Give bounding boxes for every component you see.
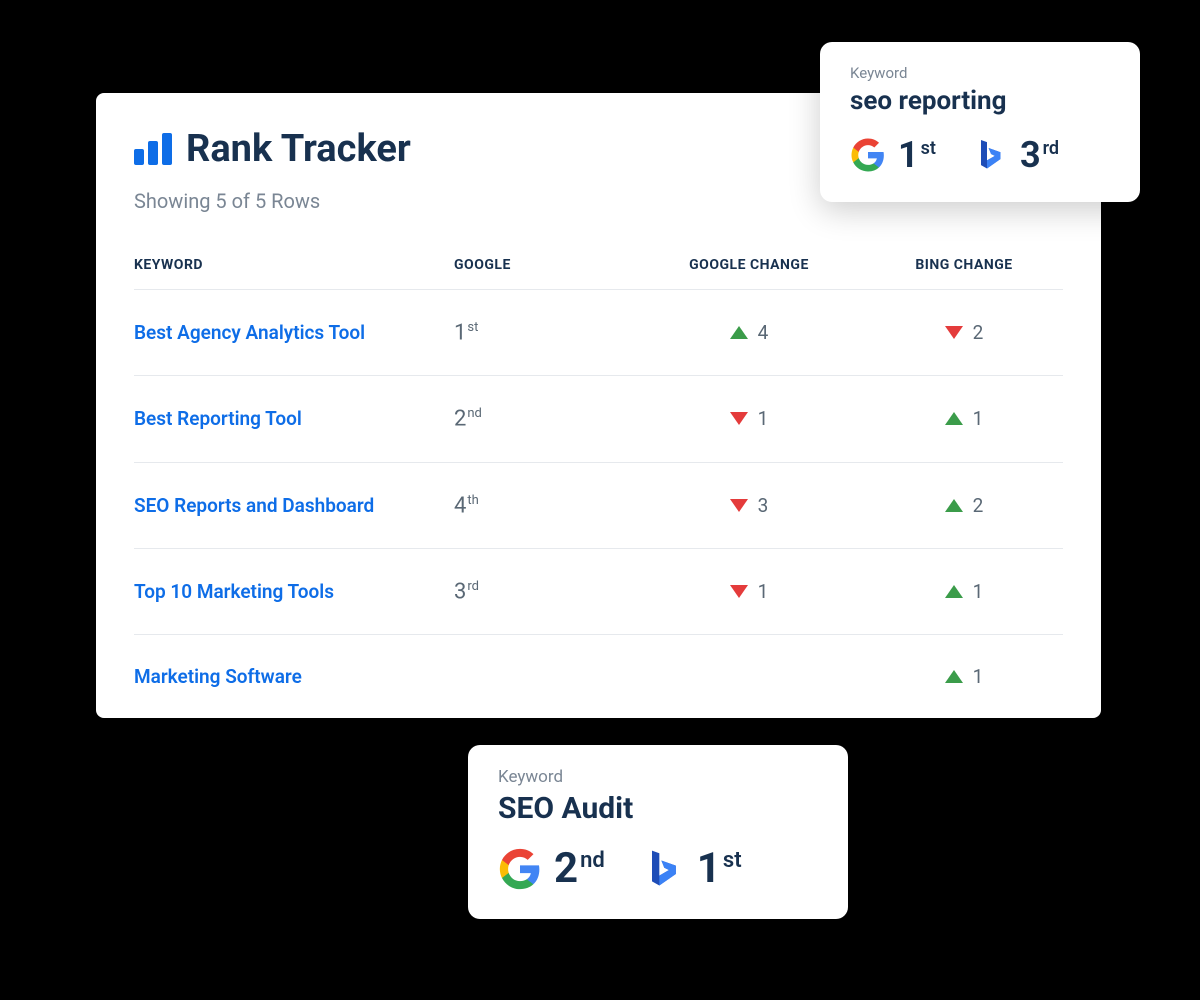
keyword-link[interactable]: Marketing Software (134, 665, 454, 688)
google-change-cell: 3 (634, 494, 864, 517)
bars-icon (134, 133, 172, 165)
bing-rank: 3rd (1020, 134, 1059, 176)
change-value: 1 (973, 407, 984, 430)
change-value: 1 (973, 580, 984, 603)
bing-rank-group: 1st (641, 844, 742, 893)
bing-change-cell: 2 (864, 494, 1064, 517)
popup-keyword: seo reporting (850, 86, 1110, 116)
col-google-change: GOOGLE CHANGE (634, 257, 864, 273)
popup-ranks: 2nd 1st (498, 844, 818, 893)
change-value: 2 (973, 321, 984, 344)
change-value: 1 (758, 407, 769, 430)
popup-label: Keyword (850, 64, 1110, 82)
triangle-up-icon (945, 585, 963, 598)
table-body: Best Agency Analytics Tool1st 4 2 Best Repo… (134, 289, 1063, 718)
col-keyword: KEYWORD (134, 257, 454, 273)
bing-icon (972, 137, 1008, 173)
google-rank-cell: 3rd (454, 579, 634, 604)
col-bing-change: BING CHANGE (864, 257, 1064, 273)
change-value: 4 (758, 321, 769, 344)
bing-change-cell: 1 (864, 665, 1064, 688)
bing-icon (641, 847, 685, 891)
change-value: 3 (758, 494, 769, 517)
bing-change-cell: 1 (864, 407, 1064, 430)
change-value: 1 (973, 665, 984, 688)
change-value: 1 (758, 580, 769, 603)
google-rank-group: 2nd (498, 844, 605, 893)
popup-label: Keyword (498, 767, 818, 787)
keyword-link[interactable]: Top 10 Marketing Tools (134, 580, 454, 603)
google-rank-group: 1st (850, 134, 936, 176)
triangle-up-icon (945, 499, 963, 512)
keyword-link[interactable]: SEO Reports and Dashboard (134, 494, 454, 517)
triangle-down-icon (945, 326, 963, 339)
table-header: KEYWORD GOOGLE GOOGLE CHANGE BING CHANGE (134, 241, 1063, 289)
google-rank: 2nd (554, 844, 605, 893)
table-row: Best Agency Analytics Tool1st 4 2 (134, 289, 1063, 375)
popup-keyword: SEO Audit (498, 791, 818, 826)
triangle-up-icon (730, 326, 748, 339)
google-icon (850, 137, 886, 173)
table-row: SEO Reports and Dashboard4th 3 2 (134, 462, 1063, 548)
google-icon (498, 847, 542, 891)
table-row: Top 10 Marketing Tools3rd 1 1 (134, 548, 1063, 634)
triangle-up-icon (945, 670, 963, 683)
table-row: Marketing Software 1 (134, 634, 1063, 718)
table-row: Best Reporting Tool2nd 1 1 (134, 375, 1063, 461)
google-rank-cell: 4th (454, 493, 634, 518)
triangle-down-icon (730, 585, 748, 598)
keyword-popup-bottom: Keyword SEO Audit 2nd 1st (468, 745, 848, 919)
keyword-link[interactable]: Best Agency Analytics Tool (134, 321, 454, 344)
bing-rank-group: 3rd (972, 134, 1059, 176)
page-title: Rank Tracker (186, 127, 411, 171)
keyword-link[interactable]: Best Reporting Tool (134, 407, 454, 430)
bing-change-cell: 2 (864, 321, 1064, 344)
bing-change-cell: 1 (864, 580, 1064, 603)
google-rank-cell: 1st (454, 320, 634, 345)
google-change-cell: 1 (634, 580, 864, 603)
bing-rank: 1st (697, 844, 742, 893)
google-rank-cell: 2nd (454, 406, 634, 431)
popup-ranks: 1st 3rd (850, 134, 1110, 176)
google-change-cell: 1 (634, 407, 864, 430)
triangle-down-icon (730, 499, 748, 512)
triangle-up-icon (945, 412, 963, 425)
google-rank: 1st (898, 134, 936, 176)
google-change-cell: 4 (634, 321, 864, 344)
triangle-down-icon (730, 412, 748, 425)
change-value: 2 (973, 494, 984, 517)
col-google: GOOGLE (454, 257, 634, 273)
keyword-popup-top: Keyword seo reporting 1st 3rd (820, 42, 1140, 202)
